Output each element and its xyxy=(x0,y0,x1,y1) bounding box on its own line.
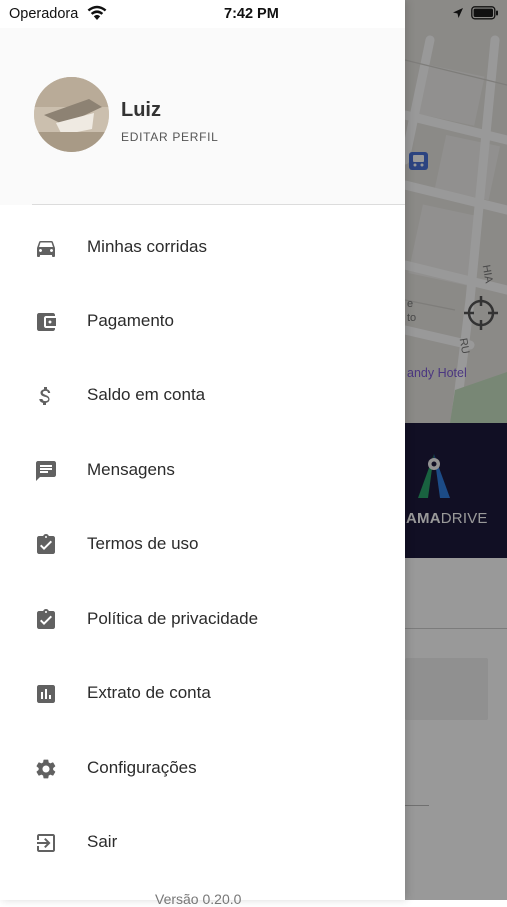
exit-icon xyxy=(34,831,58,855)
gear-icon xyxy=(34,757,58,781)
menu-item-label: Configurações xyxy=(87,758,197,777)
location-arrow-icon xyxy=(452,7,464,23)
bar-chart-icon xyxy=(34,682,58,706)
menu-item-extrato-de-conta[interactable]: Extrato de conta xyxy=(0,664,405,724)
dollar-icon xyxy=(34,384,58,408)
menu-item-sair[interactable]: Sair xyxy=(0,813,405,873)
menu-item-label: Sair xyxy=(87,832,118,851)
car-icon xyxy=(34,236,58,260)
status-bar: Operadora 7:42 PM xyxy=(0,0,507,28)
menu-item-pagamento[interactable]: Pagamento xyxy=(0,292,405,352)
navigation-drawer: Luiz EDITAR PERFIL Minhas corridas Pagam… xyxy=(0,0,405,907)
clipboard-check-icon xyxy=(34,533,58,557)
menu-item-label: Termos de uso xyxy=(87,534,199,553)
menu-item-mensagens[interactable]: Mensagens xyxy=(0,441,405,501)
status-time: 7:42 PM xyxy=(224,6,279,22)
drawer-scrim[interactable] xyxy=(405,0,507,900)
header-divider xyxy=(32,204,405,205)
menu-item-label: Extrato de conta xyxy=(87,683,211,702)
wifi-icon xyxy=(87,5,107,25)
menu-item-label: Saldo em conta xyxy=(87,385,206,404)
battery-icon xyxy=(471,6,499,24)
avatar[interactable] xyxy=(34,77,109,152)
menu-item-label: Pagamento xyxy=(87,311,174,330)
clipboard-check-icon xyxy=(34,608,58,632)
menu-item-termos-de-uso[interactable]: Termos de uso xyxy=(0,515,405,575)
wallet-icon xyxy=(34,310,58,334)
menu-item-minhas-corridas[interactable]: Minhas corridas xyxy=(0,218,405,278)
menu-item-label: Política de privacidade xyxy=(87,609,259,628)
menu-item-politica-de-privacidade[interactable]: Política de privacidade xyxy=(0,590,405,650)
app-version: Versão 0.20.0 xyxy=(155,891,242,907)
edit-profile-link[interactable]: EDITAR PERFIL xyxy=(121,130,219,144)
menu-item-label: Mensagens xyxy=(87,460,175,479)
menu-item-saldo-em-conta[interactable]: Saldo em conta xyxy=(0,366,405,426)
carrier-name: Operadora xyxy=(9,6,79,22)
menu-item-configuracoes[interactable]: Configurações xyxy=(0,739,405,799)
user-name: Luiz xyxy=(121,99,161,121)
menu-item-label: Minhas corridas xyxy=(87,237,207,256)
message-icon xyxy=(34,459,58,483)
